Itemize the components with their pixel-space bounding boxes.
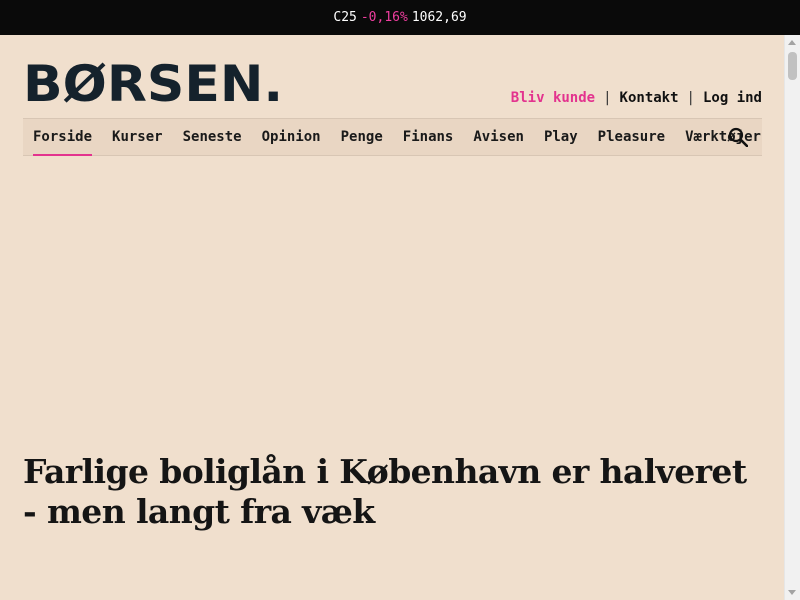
page-scrollbar[interactable] (784, 35, 800, 600)
ticker-value: 1062,69 (411, 10, 467, 25)
nav-item-finans[interactable]: Finans (393, 119, 464, 155)
nav-item-seneste[interactable]: Seneste (173, 119, 252, 155)
contact-link[interactable]: Kontakt (620, 90, 679, 106)
subscribe-link[interactable]: Bliv kunde (511, 90, 595, 106)
main-nav: Forside Kurser Seneste Opinion Penge Fin… (23, 118, 762, 156)
search-icon[interactable] (728, 127, 748, 147)
separator: | (603, 90, 612, 106)
login-link[interactable]: Log ind (703, 90, 762, 106)
top-links: Bliv kunde | Kontakt | Log ind (511, 90, 762, 106)
separator: | (686, 90, 695, 106)
scroll-up-icon[interactable] (788, 40, 796, 45)
nav-item-kurser[interactable]: Kurser (102, 119, 173, 155)
nav-item-play[interactable]: Play (534, 119, 588, 155)
borsen-logo[interactable]: BØRSEN. (23, 59, 283, 109)
article-headline[interactable]: Farlige boliglån i København er halveret… (23, 452, 763, 532)
nav-item-forside[interactable]: Forside (23, 119, 102, 156)
nav-item-avisen[interactable]: Avisen (463, 119, 534, 155)
nav-item-vaerktojer[interactable]: Værktøjer (675, 119, 771, 155)
nav-item-pleasure[interactable]: Pleasure (588, 119, 675, 155)
scrollbar-thumb[interactable] (788, 52, 797, 80)
ticker-change: -0,16% (360, 10, 408, 25)
nav-item-penge[interactable]: Penge (331, 119, 393, 155)
nav-item-opinion[interactable]: Opinion (252, 119, 331, 155)
market-ticker[interactable]: C25 -0,16% 1062,69 (0, 0, 800, 35)
ticker-index: C25 (333, 10, 357, 25)
scroll-down-icon[interactable] (788, 590, 796, 595)
